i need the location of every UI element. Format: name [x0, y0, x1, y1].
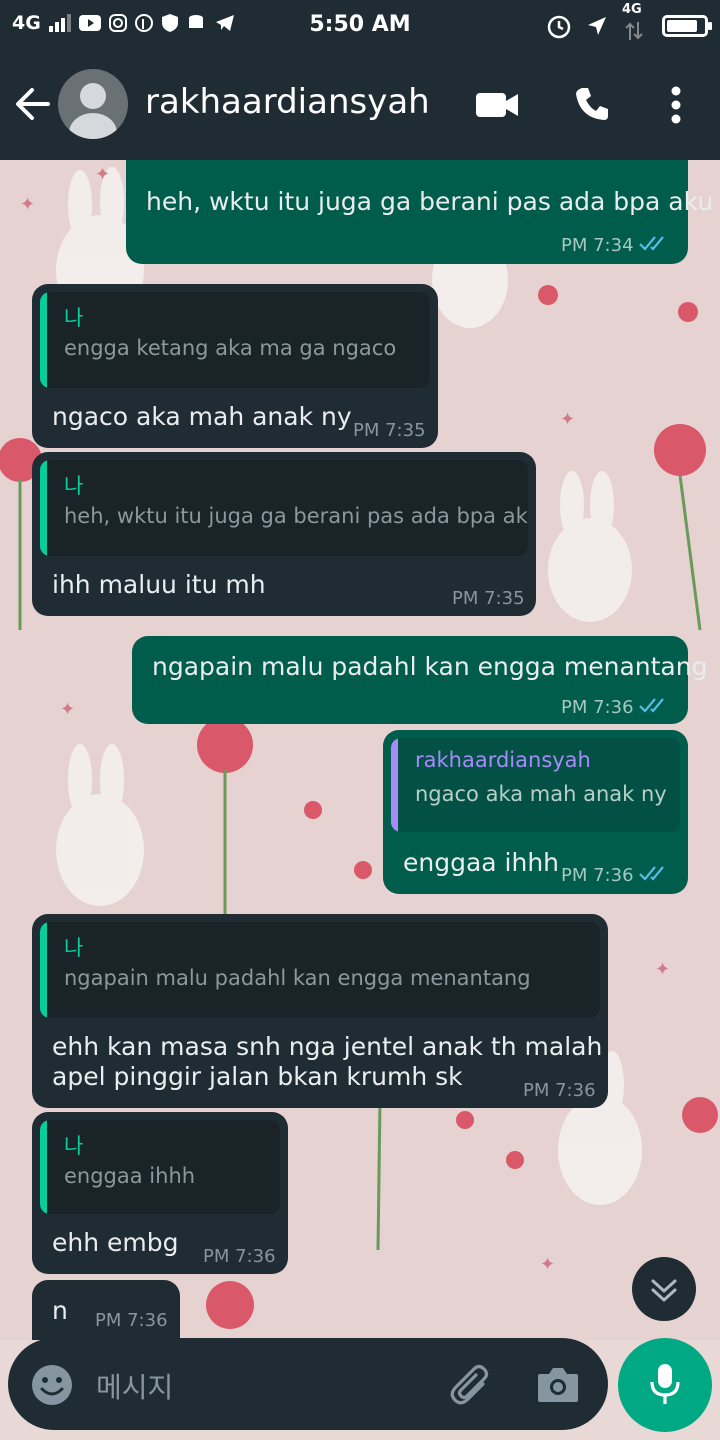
chat-area[interactable]: ✦✦✦✦✦✦✦ heh, wktu itu juga ga berani pas…: [0, 160, 720, 1340]
message-time: PM 7:36: [561, 697, 634, 718]
message-text: ngaco aka mah anak ny: [52, 402, 352, 431]
more-vert-icon[interactable]: [670, 86, 682, 126]
message-time: PM 7:35: [452, 588, 525, 609]
quote-author: 나: [64, 306, 84, 330]
message-time: PM 7:36: [95, 1310, 168, 1331]
chat-header: rakhaardiansyah: [0, 52, 720, 160]
status-right: 4G: [546, 2, 712, 44]
quoted-message[interactable]: 나 heh, wktu itu juga ga berani pas ada b…: [40, 460, 528, 556]
message-incoming[interactable]: 나 ngapain malu padahl kan engga menantan…: [32, 914, 608, 1108]
message-incoming[interactable]: 나 engga ketang aka ma ga ngaco ngaco aka…: [32, 284, 438, 448]
message-composer[interactable]: 메시지: [8, 1338, 608, 1430]
mic-icon: [650, 1364, 680, 1404]
message-incoming[interactable]: 나 heh, wktu itu juga ga berani pas ada b…: [32, 452, 536, 616]
alarm-icon: [547, 15, 571, 39]
camera-icon[interactable]: [536, 1364, 580, 1404]
message-outgoing[interactable]: heh, wktu itu juga ga berani pas ada bpa…: [126, 160, 713, 264]
double-check-icon: [639, 236, 664, 251]
battery-icon: [662, 15, 712, 37]
message-text-line: ehh kan masa snh nga jentel anak th mala…: [52, 1032, 603, 1061]
svg-text:✦: ✦: [20, 194, 35, 215]
status-bar: 4G 5:50 AM 4G: [0, 0, 720, 52]
quote-author: 나: [64, 474, 84, 498]
emoji-icon[interactable]: [30, 1363, 74, 1407]
data-arrows-icon: [625, 22, 643, 40]
network-type-right: 4G: [622, 2, 642, 17]
mic-button[interactable]: [618, 1338, 712, 1432]
message-input[interactable]: 메시지: [96, 1366, 173, 1406]
quoted-message[interactable]: 나 engga ketang aka ma ga ngaco: [40, 292, 430, 388]
message-text: ehh embg: [52, 1228, 179, 1257]
quote-text: ngapain malu padahl kan engga menantang: [64, 966, 531, 990]
avatar-icon[interactable]: [58, 69, 128, 139]
message-outgoing[interactable]: rakhaardiansyah ngaco aka mah anak ny en…: [383, 730, 688, 894]
message-time: PM 7:36: [203, 1246, 276, 1267]
double-check-icon: [639, 698, 664, 713]
phone-icon[interactable]: [574, 86, 610, 122]
quote-text: heh, wktu itu juga ga berani pas ada bpa…: [64, 504, 528, 528]
location-icon: [588, 17, 606, 35]
quoted-message[interactable]: rakhaardiansyah ngaco aka mah anak ny: [391, 738, 680, 832]
quote-author: 나: [64, 1134, 84, 1158]
svg-text:✦: ✦: [60, 699, 75, 720]
quote-text: engga ketang aka ma ga ngaco: [64, 336, 397, 360]
quoted-message[interactable]: 나 enggaa ihhh: [40, 1120, 280, 1214]
message-text: enggaa ihhh: [403, 848, 560, 877]
scroll-down-icon: [651, 1279, 677, 1302]
quote-author: 나: [64, 936, 84, 960]
message-time: PM 7:36: [561, 865, 634, 886]
message-text: ngapain malu padahl kan engga menantang: [152, 652, 708, 681]
message-incoming[interactable]: 나 enggaa ihhh ehh embg PM 7:36: [32, 1112, 288, 1274]
video-call-icon[interactable]: [476, 90, 520, 120]
message-time: PM 7:36: [523, 1080, 596, 1101]
message-time: PM 7:35: [353, 420, 426, 441]
quoted-message[interactable]: 나 ngapain malu padahl kan engga menantan…: [40, 922, 600, 1018]
quote-text: ngaco aka mah anak ny: [415, 782, 667, 806]
quote-text: enggaa ihhh: [64, 1164, 196, 1188]
message-outgoing[interactable]: ngapain malu padahl kan engga menantang …: [132, 636, 707, 724]
svg-text:✦: ✦: [560, 409, 575, 430]
double-check-icon: [639, 866, 664, 881]
message-text: ihh maluu itu mh: [52, 570, 266, 599]
back-arrow-icon[interactable]: [14, 82, 54, 126]
message-time: PM 7:34: [561, 235, 634, 256]
svg-text:✦: ✦: [95, 164, 110, 185]
svg-text:✦: ✦: [655, 959, 670, 980]
quote-author: rakhaardiansyah: [415, 748, 591, 772]
message-text-line: apel pinggir jalan bkan krumh sk: [52, 1062, 463, 1091]
contact-name[interactable]: rakhaardiansyah: [145, 82, 430, 122]
svg-text:✦: ✦: [540, 1254, 555, 1275]
message-text: heh, wktu itu juga ga berani pas ada bpa…: [146, 187, 714, 216]
message-text: n: [52, 1296, 68, 1325]
attach-icon[interactable]: [448, 1362, 494, 1408]
message-incoming[interactable]: n PM 7:36: [32, 1280, 180, 1340]
scroll-down-button[interactable]: [632, 1257, 696, 1321]
mobile-data-indicator: 4G: [622, 2, 648, 44]
